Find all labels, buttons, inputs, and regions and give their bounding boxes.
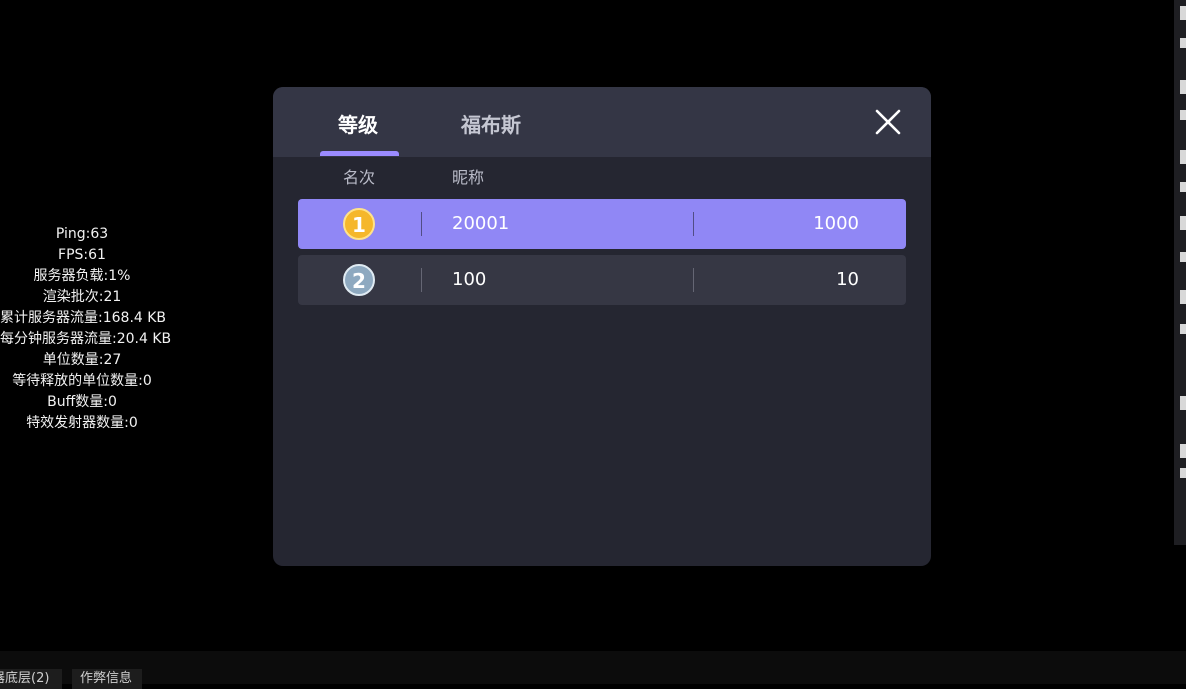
tab-forbes[interactable]: 福布斯 bbox=[461, 110, 521, 140]
silver-medal-icon: 2 bbox=[343, 264, 375, 296]
column-divider bbox=[421, 212, 422, 236]
toolbar-icon[interactable] bbox=[1180, 252, 1186, 262]
toolbar-icon[interactable] bbox=[1180, 38, 1186, 48]
stat-unit-count: 单位数量:27 bbox=[42, 352, 122, 368]
toolbar-icon[interactable] bbox=[1180, 182, 1186, 192]
column-divider bbox=[421, 268, 422, 292]
active-tab-indicator bbox=[320, 151, 399, 156]
debug-stats-panel: Ping:63 FPS:61 服务器负载:1% 渲染批次:21 累计服务器流量:… bbox=[0, 224, 172, 434]
gold-medal-icon: 1 bbox=[343, 208, 375, 240]
stat-fps: FPS:61 bbox=[58, 247, 106, 263]
leaderboard-row[interactable]: 2 100 10 bbox=[298, 255, 906, 305]
toolbar-icon[interactable] bbox=[1180, 290, 1186, 304]
stat-traffic-per-minute: 每分钟服务器流量:20.4 KB bbox=[0, 331, 172, 347]
toolbar-icon[interactable] bbox=[1180, 6, 1186, 20]
leaderboard-dialog: 等级 福布斯 名次 昵称 1 20001 1000 2 100 10 bbox=[273, 87, 931, 566]
toolbar-icon[interactable] bbox=[1180, 396, 1186, 410]
stat-render-batches: 渲染批次:21 bbox=[42, 289, 122, 305]
row-value: 1000 bbox=[813, 213, 859, 234]
stat-total-server-traffic: 累计服务器流量:168.4 KB bbox=[0, 310, 167, 326]
bottom-bar: 器底层(2) 作弊信息 bbox=[0, 651, 1186, 689]
bottom-tab-cheat-info[interactable]: 作弊信息 bbox=[72, 669, 142, 689]
toolbar-icon[interactable] bbox=[1180, 80, 1186, 94]
close-button[interactable] bbox=[873, 107, 903, 137]
toolbar-icon[interactable] bbox=[1180, 110, 1186, 120]
tab-level[interactable]: 等级 bbox=[338, 110, 378, 140]
stat-effect-emitters: 特效发射器数量:0 bbox=[26, 415, 138, 431]
close-icon bbox=[875, 109, 901, 135]
row-value: 10 bbox=[836, 269, 859, 290]
column-divider bbox=[693, 268, 694, 292]
toolbar-icon[interactable] bbox=[1180, 468, 1186, 478]
column-header-rank: 名次 bbox=[343, 168, 376, 187]
stat-server-load: 服务器负载:1% bbox=[33, 268, 131, 284]
row-nickname: 100 bbox=[452, 269, 487, 290]
toolbar-icon[interactable] bbox=[1180, 444, 1186, 458]
bottom-tab-engine-layer[interactable]: 器底层(2) bbox=[0, 669, 62, 689]
right-toolbar-strip bbox=[1174, 0, 1186, 545]
stat-pending-units: 等待释放的单位数量:0 bbox=[12, 373, 152, 389]
toolbar-icon[interactable] bbox=[1180, 324, 1186, 334]
column-header-nickname: 昵称 bbox=[452, 168, 485, 187]
leaderboard-row[interactable]: 1 20001 1000 bbox=[298, 199, 906, 249]
toolbar-icon[interactable] bbox=[1180, 150, 1186, 164]
dialog-header: 等级 福布斯 bbox=[273, 87, 931, 157]
column-divider bbox=[693, 212, 694, 236]
stat-ping: Ping:63 bbox=[55, 226, 109, 242]
stat-buff-count: Buff数量:0 bbox=[47, 394, 117, 410]
toolbar-icon[interactable] bbox=[1180, 216, 1186, 230]
row-nickname: 20001 bbox=[452, 213, 510, 234]
